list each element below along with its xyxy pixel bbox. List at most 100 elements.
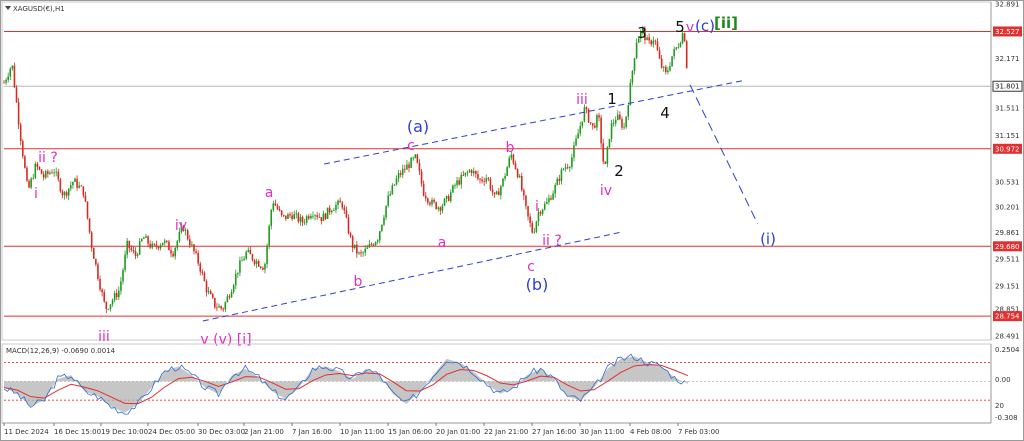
candle-body (498, 191, 500, 196)
candle-body (101, 289, 103, 293)
candle-body (566, 167, 569, 169)
wave-label: iii (576, 92, 588, 108)
candle-body (253, 260, 256, 264)
wave-label: i (34, 186, 38, 202)
candle-body (270, 210, 273, 226)
candle-body (95, 258, 97, 265)
candle-body (447, 195, 450, 201)
candle-body (420, 171, 423, 184)
candle-body (564, 167, 567, 169)
candle-body (370, 244, 373, 246)
candle-body (568, 166, 571, 168)
candle-body (276, 205, 279, 210)
candle-body (619, 114, 621, 120)
candle-body (70, 185, 72, 189)
candle-body (527, 206, 529, 217)
candle-body (554, 185, 556, 194)
candle-body (550, 198, 552, 200)
candle-body (523, 190, 525, 196)
macd-tick-label: 20 (995, 402, 1004, 410)
wave-label: b (354, 274, 363, 290)
candle-body (124, 254, 126, 270)
candle-body (635, 42, 638, 59)
candle-body (224, 302, 227, 310)
wave-label: 5 (675, 18, 685, 36)
candle-body (49, 172, 51, 174)
candle-body (558, 178, 561, 181)
candle-body (9, 68, 12, 77)
candle-body (437, 207, 440, 209)
candle-body (65, 192, 68, 196)
candle-body (97, 264, 99, 279)
candle-body (84, 195, 87, 202)
price-tick-label: 31.801 (995, 83, 1020, 91)
candle-body (239, 260, 241, 273)
candle-body (193, 244, 195, 252)
candle-body (414, 154, 417, 158)
candle-body (3, 82, 5, 84)
candle-body (195, 251, 197, 253)
candle-body (479, 178, 481, 180)
wave-label: (a) (407, 117, 429, 136)
candle-body (602, 143, 604, 162)
candle-body (339, 200, 341, 203)
candle-body (259, 266, 262, 268)
wave-label: iv (175, 218, 187, 234)
candle-body (621, 119, 623, 128)
candle-body (464, 172, 467, 176)
time-tick-label: 4 Feb 08:00 (630, 428, 671, 436)
candle-body (351, 236, 354, 249)
candle-body (308, 216, 310, 219)
candle-body (577, 133, 579, 139)
price-tick-label: 31.511 (995, 105, 1020, 113)
candle-body (667, 70, 669, 73)
macd-tick-label: -0.308 (995, 414, 1018, 422)
candle-body (533, 231, 536, 233)
candle-body (232, 285, 235, 292)
candle-body (120, 281, 122, 291)
candle-body (134, 251, 137, 256)
candle-body (656, 41, 659, 51)
candle-body (7, 76, 9, 80)
candle-body (397, 173, 400, 179)
candle-body (280, 210, 283, 215)
candle-body (168, 241, 170, 251)
wave-label: 1 (607, 90, 617, 108)
candle-body (201, 271, 204, 273)
candle-body (90, 232, 93, 249)
candle-body (243, 258, 245, 261)
candle-body (337, 200, 339, 205)
candle-body (516, 169, 519, 178)
candle-body (364, 248, 366, 253)
wave-label: ii ? (542, 233, 562, 249)
candle-body (372, 244, 375, 246)
candle-body (149, 243, 151, 248)
candle-body (115, 293, 118, 298)
candle-body (556, 178, 559, 186)
time-tick-label: 27 Jan 16:00 (532, 428, 576, 436)
candle-body (318, 216, 321, 218)
candle-body (679, 43, 682, 47)
candle-body (324, 213, 327, 219)
candle-body (67, 188, 70, 196)
candle-body (82, 186, 85, 196)
candle-body (571, 157, 573, 167)
candle-body (228, 296, 231, 298)
candle-body (343, 207, 346, 211)
candle-body (105, 301, 108, 310)
candle-body (401, 168, 404, 175)
candle-body (136, 254, 139, 256)
candle-body (410, 157, 412, 168)
candle-body (103, 292, 106, 302)
wave-label: v (v) [i] (200, 332, 251, 348)
candle-body (295, 213, 298, 215)
candle-body (535, 221, 538, 232)
price-tick-label: 30.201 (995, 203, 1020, 211)
candle-body (546, 201, 548, 204)
price-tick-label: 32.891 (995, 1, 1020, 9)
candle-body (47, 171, 49, 174)
candle-body (518, 175, 521, 178)
wave-label: 4 (660, 104, 670, 122)
candle-body (88, 218, 91, 233)
candle-body (333, 210, 335, 211)
